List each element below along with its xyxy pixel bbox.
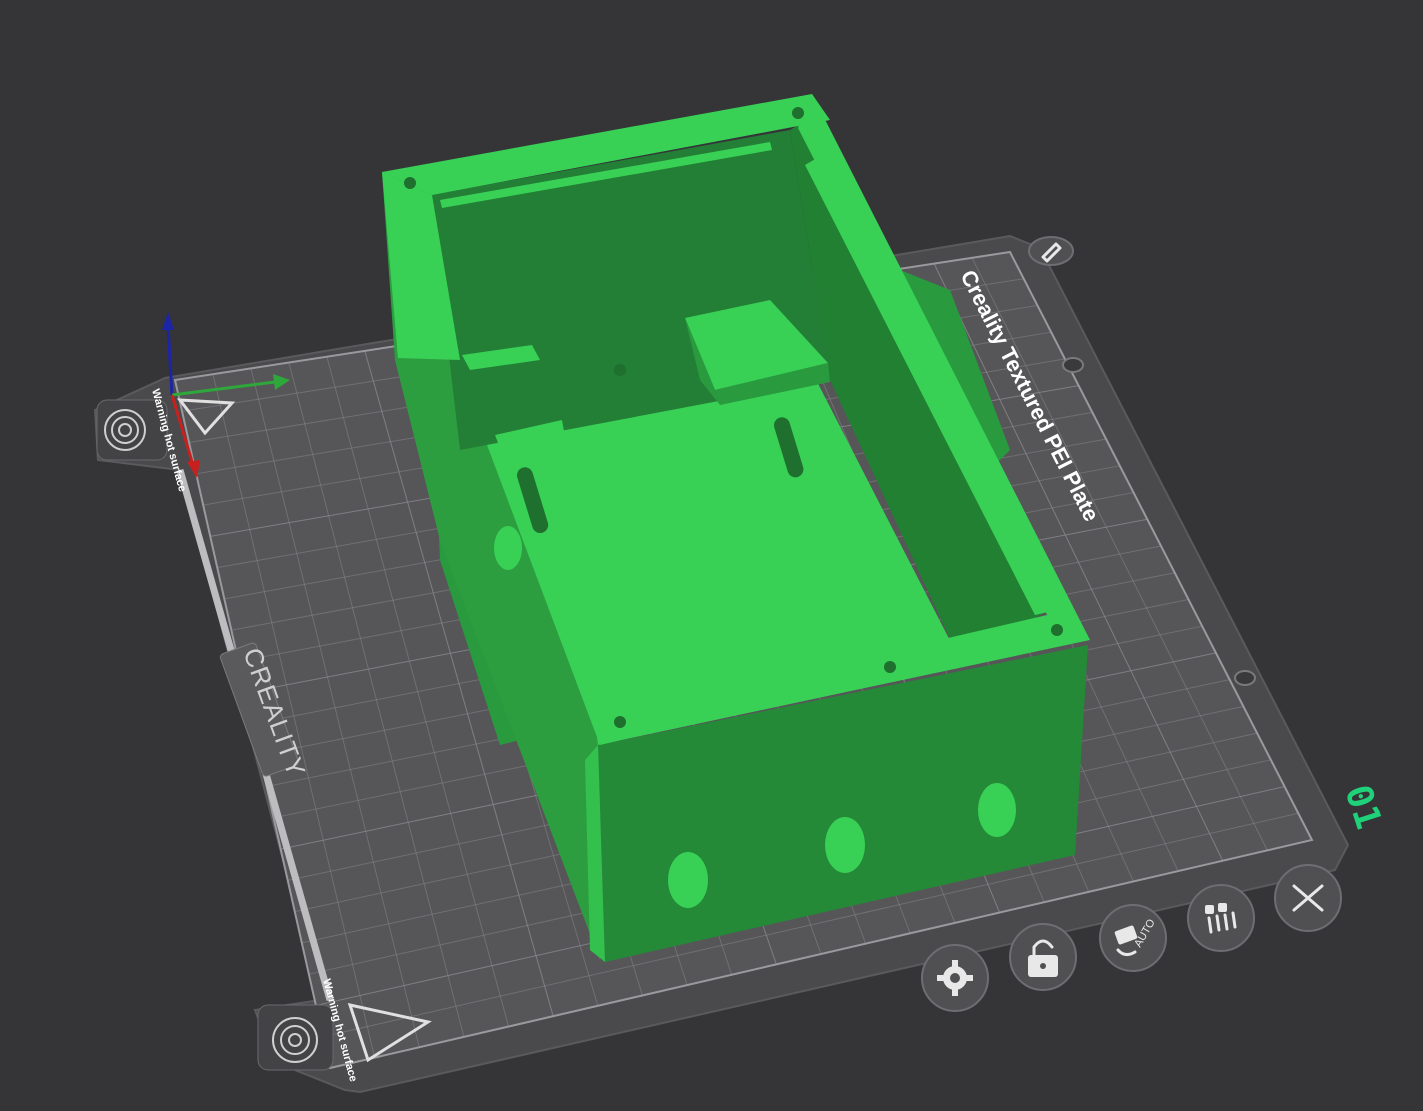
3d-viewport[interactable]: Warning hot surface Warning hot surface … — [0, 0, 1423, 1111]
plate-clip — [1062, 357, 1084, 373]
screw-hole — [404, 177, 416, 189]
side-lug-bump — [494, 526, 522, 570]
screw-hole — [614, 364, 626, 376]
edit-plate-name-button[interactable] — [1028, 236, 1074, 266]
plate-auto-orient-button[interactable]: AUTO — [1099, 904, 1167, 972]
screw-hole — [884, 661, 896, 673]
screw-hole — [792, 107, 804, 119]
plate-clip — [1234, 670, 1256, 686]
plate-arrange-button[interactable] — [1187, 884, 1255, 952]
front-cutout — [825, 817, 865, 873]
front-cutout — [978, 783, 1016, 837]
plate-number: 01 — [1336, 780, 1388, 834]
screw-hole — [1051, 624, 1063, 636]
plate-settings-button[interactable] — [921, 944, 989, 1012]
screw-hole — [614, 716, 626, 728]
plate-lock-button[interactable] — [1009, 923, 1077, 991]
front-cutout — [668, 852, 708, 908]
plate-delete-button[interactable] — [1274, 864, 1342, 932]
